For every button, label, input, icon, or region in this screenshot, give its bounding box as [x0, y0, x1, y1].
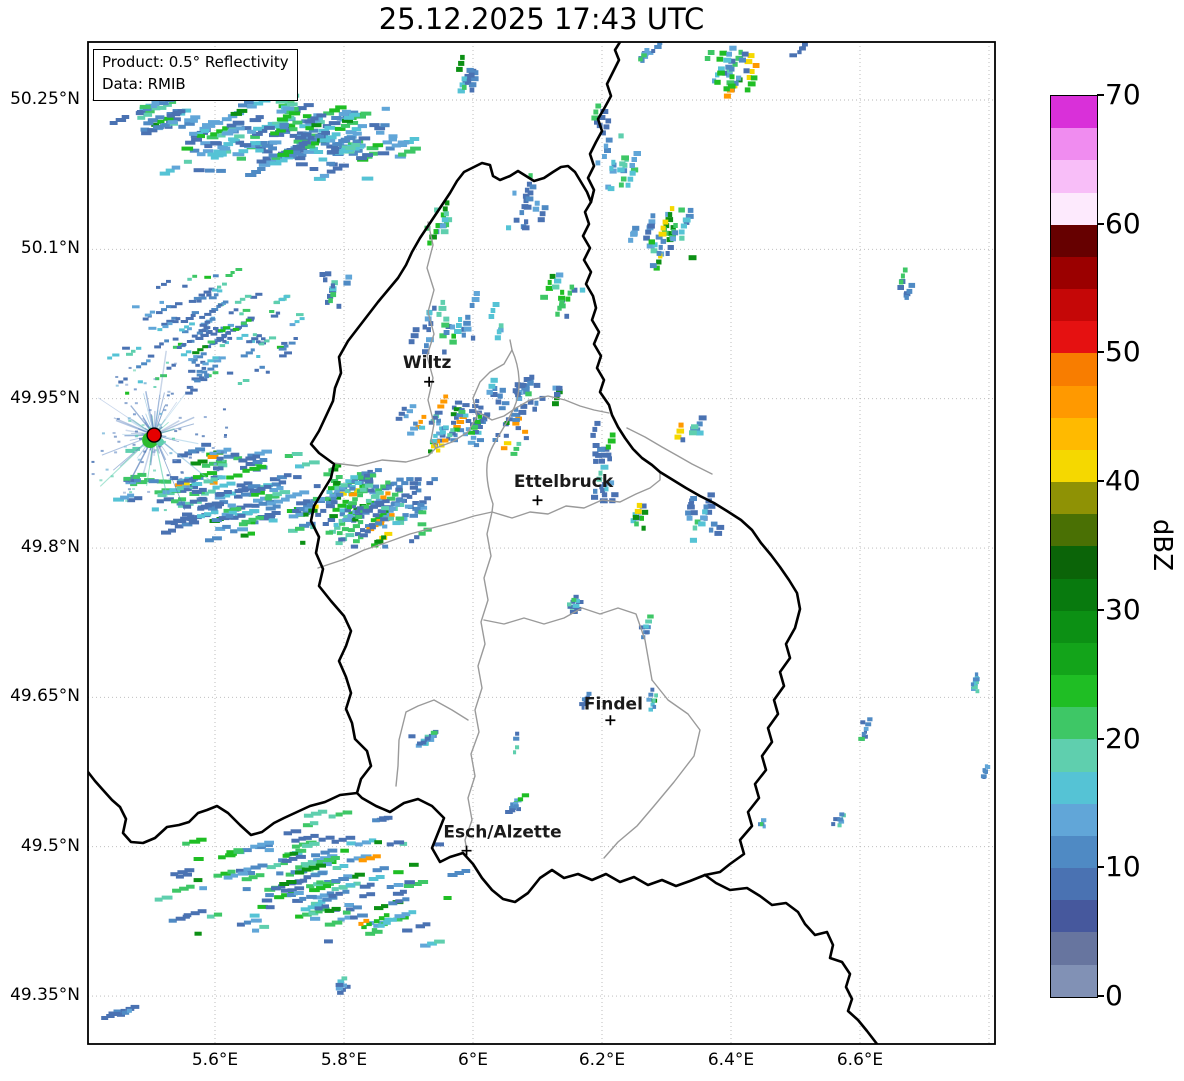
city-label: Esch/Alzette: [443, 823, 561, 843]
colorbar-segment: [1051, 739, 1097, 771]
colorbar-tick-mark: [1097, 609, 1104, 611]
district-border: [484, 608, 652, 680]
belgium-germany-border: [588, 42, 620, 202]
city-marker: [533, 495, 543, 505]
colorbar-segment: [1051, 257, 1097, 289]
colorbar-tick-label: 30: [1105, 596, 1141, 624]
y-tick-label: 50.25°N: [0, 89, 80, 109]
colorbar-segment: [1051, 353, 1097, 385]
colorbar-segment: [1051, 450, 1097, 482]
colorbar-segment: [1051, 611, 1097, 643]
colorbar-tick-mark: [1097, 738, 1104, 740]
data-source-line: Data: RMIB: [102, 74, 289, 96]
colorbar-segment: [1051, 868, 1097, 900]
colorbar-tick-label: 10: [1105, 853, 1141, 881]
colorbar-segment: [1051, 546, 1097, 578]
x-tick-label: 5.6°E: [170, 1050, 260, 1070]
colorbar-tick-mark: [1097, 480, 1104, 482]
y-tick-label: 49.65°N: [0, 686, 80, 706]
map-frame: [88, 42, 995, 1044]
colorbar-tick-mark: [1097, 94, 1104, 96]
colorbar-tick-label: 60: [1105, 210, 1141, 238]
colorbar-segment: [1051, 418, 1097, 450]
colorbar-segment: [1051, 900, 1097, 932]
x-tick-label: 6.2°E: [557, 1050, 647, 1070]
colorbar-tick-label: 40: [1105, 467, 1141, 495]
colorbar-segment: [1051, 804, 1097, 836]
colorbar-segment: [1051, 836, 1097, 868]
district-border: [396, 700, 468, 786]
colorbar-tick-mark: [1097, 995, 1104, 997]
belgium-france-border: [88, 772, 357, 843]
y-tick-label: 49.35°N: [0, 985, 80, 1005]
colorbar-tick-mark: [1097, 866, 1104, 868]
city-marker: [605, 715, 615, 725]
city-label: Ettelbruck: [514, 472, 614, 492]
colorbar-segment: [1051, 932, 1097, 964]
colorbar-segment: [1051, 482, 1097, 514]
colorbar-tick-mark: [1097, 223, 1104, 225]
x-tick-label: 6.6°E: [815, 1050, 905, 1070]
colorbar-segment: [1051, 193, 1097, 225]
colorbar-segment: [1051, 643, 1097, 675]
graticule-gridlines: [88, 42, 995, 1044]
colorbar-segment: [1051, 514, 1097, 546]
colorbar-tick-mark: [1097, 351, 1104, 353]
city-label: Findel: [584, 694, 643, 714]
colorbar-segment: [1051, 289, 1097, 321]
colorbar-tick-label: 70: [1105, 81, 1141, 109]
colorbar-segment: [1051, 225, 1097, 257]
y-tick-label: 49.5°N: [0, 836, 80, 856]
radar-map: Wiltz Ettelbruck Findel Esch/Alzette: [0, 0, 1184, 1081]
colorbar-tick-label: 0: [1105, 982, 1123, 1010]
colorbar-tick-label: 50: [1105, 338, 1141, 366]
colorbar-tick-label: 20: [1105, 725, 1141, 753]
colorbar-segment: [1051, 579, 1097, 611]
colorbar-segment: [1051, 772, 1097, 804]
city-label: Wiltz: [403, 353, 452, 373]
y-tick-label: 50.1°N: [0, 238, 80, 258]
y-tick-label: 49.95°N: [0, 388, 80, 408]
colorbar: [1050, 95, 1098, 998]
x-tick-label: 6°E: [428, 1050, 518, 1070]
product-info-box: Product: 0.5° Reflectivity Data: RMIB: [93, 49, 298, 101]
colorbar-unit-label: dBZ: [1147, 519, 1177, 571]
colorbar-segment: [1051, 965, 1097, 997]
colorbar-segment: [1051, 160, 1097, 192]
x-tick-label: 5.8°E: [299, 1050, 389, 1070]
colorbar-segment: [1051, 386, 1097, 418]
city-labels: Wiltz Ettelbruck Findel Esch/Alzette: [403, 353, 643, 856]
district-border: [465, 512, 492, 851]
colorbar-segment: [1051, 675, 1097, 707]
colorbar-segment: [1051, 128, 1097, 160]
colorbar-segment: [1051, 707, 1097, 739]
y-tick-label: 49.8°N: [0, 537, 80, 557]
radar-figure: 25.12.2025 17:43 UTC WiltzEttelbruckFind…: [0, 0, 1184, 1081]
colorbar-segment: [1051, 96, 1097, 128]
x-tick-label: 6.4°E: [686, 1050, 776, 1070]
colorbar-segment: [1051, 321, 1097, 353]
product-line: Product: 0.5° Reflectivity: [102, 52, 289, 74]
